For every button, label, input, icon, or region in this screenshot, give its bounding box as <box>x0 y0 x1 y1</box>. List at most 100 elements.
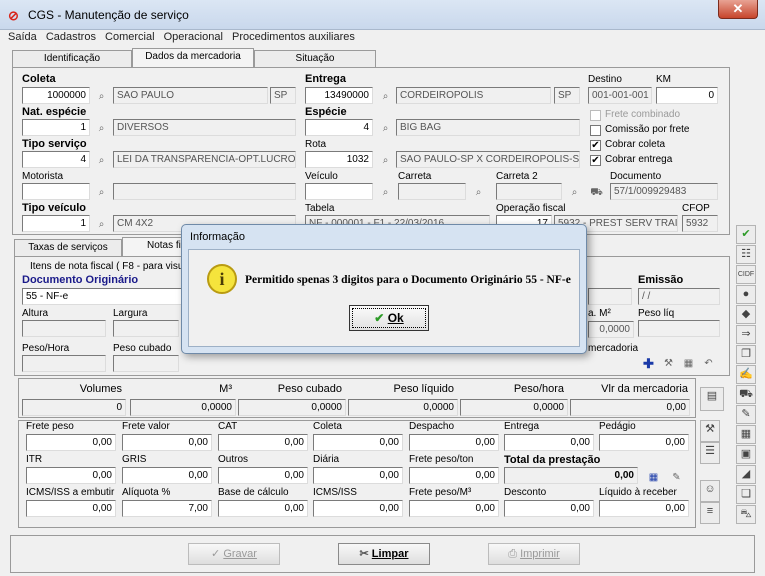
truck-icon[interactable]: ⛟ <box>588 184 605 201</box>
altura-field[interactable] <box>22 320 106 337</box>
car-icon[interactable]: ⛍ <box>736 505 756 524</box>
frete-field[interactable]: 0,00 <box>218 434 308 451</box>
people-icon[interactable]: ☷ <box>736 245 756 264</box>
frete-field[interactable]: 0,00 <box>409 434 499 451</box>
binoculars-icon[interactable]: ⌕ <box>377 152 394 169</box>
binoculars-icon[interactable]: ⌕ <box>93 216 110 233</box>
carreta2-field[interactable] <box>496 183 562 200</box>
ok-button[interactable]: ✔ Ok <box>349 305 429 331</box>
doc-orig-field[interactable]: 55 - NF-e <box>22 288 182 305</box>
frete-field[interactable]: 0,00 <box>504 434 594 451</box>
eraser-icon[interactable]: ◆ <box>736 305 756 324</box>
grid-icon[interactable]: ▦ <box>736 425 756 444</box>
entrega-code-field[interactable]: 13490000 <box>305 87 373 104</box>
carreta-field[interactable] <box>398 183 466 200</box>
cobrar-coleta-checkbox[interactable]: ✔ <box>590 140 601 151</box>
binoculars-icon[interactable]: ⌕ <box>377 184 394 201</box>
binoculars-icon[interactable]: ⌕ <box>566 184 583 201</box>
menu-operacional[interactable]: Operacional <box>164 31 223 43</box>
binoculars-icon[interactable]: ⌕ <box>93 88 110 105</box>
frete-field[interactable]: 0,00 <box>218 467 308 484</box>
rota-code-field[interactable]: 1032 <box>305 151 373 168</box>
frete-field[interactable]: 0,00 <box>409 500 499 517</box>
frete-field[interactable]: 0,00 <box>26 434 116 451</box>
veiculo-field[interactable] <box>305 183 373 200</box>
peso-liq-field[interactable] <box>638 320 720 337</box>
limpar-button[interactable]: ✂ Limpar <box>338 543 430 565</box>
undo-icon[interactable]: ↶ <box>700 355 717 372</box>
edit-icon[interactable]: ✎ <box>736 405 756 424</box>
tab-dados-mercadoria[interactable]: Dados da mercadoria <box>132 48 254 67</box>
pages-icon[interactable]: ❐ <box>736 345 756 364</box>
especie-code-field[interactable]: 4 <box>305 119 373 136</box>
especie-label: Espécie <box>305 106 347 118</box>
binoculars-icon[interactable]: ⌕ <box>93 184 110 201</box>
shape-icon[interactable]: ◢ <box>736 465 756 484</box>
emissao-field[interactable]: / / <box>638 288 720 305</box>
book-icon[interactable]: ❏ <box>736 485 756 504</box>
sign-icon[interactable]: ✍ <box>736 365 756 384</box>
menu-comercial[interactable]: Comercial <box>105 31 155 43</box>
cidf-icon[interactable]: CIDF <box>736 265 756 284</box>
tipo-veiculo-code-field[interactable]: 1 <box>22 215 90 232</box>
calculator-icon[interactable]: ▦ <box>680 355 697 372</box>
frete-field[interactable]: 0,00 <box>504 500 594 517</box>
frete-field[interactable]: 0,00 <box>26 500 116 517</box>
frete-field[interactable]: 0,00 <box>218 500 308 517</box>
calculator-icon[interactable]: ▦ <box>645 469 662 486</box>
tipo-servico-code-field[interactable]: 4 <box>22 151 90 168</box>
largura-label: Largura <box>113 308 148 319</box>
frete-field[interactable]: 0,00 <box>26 467 116 484</box>
add-icon[interactable]: ✚ <box>640 355 657 372</box>
circle-icon[interactable]: ● <box>736 285 756 304</box>
export-icon[interactable]: ⇒ <box>736 325 756 344</box>
menu-procedimentos[interactable]: Procedimentos auxiliares <box>232 31 355 43</box>
truck-icon[interactable]: ⛟ <box>736 385 756 404</box>
largura-field[interactable] <box>113 320 179 337</box>
menu-saida[interactable]: Saída <box>8 31 37 43</box>
frete-field[interactable]: 0,00 <box>122 467 212 484</box>
binoculars-icon[interactable]: ⌕ <box>93 120 110 137</box>
confirm-icon[interactable]: ✔ <box>736 225 756 244</box>
peso-hora-field[interactable] <box>22 355 106 372</box>
coleta-label: Coleta <box>22 73 56 85</box>
user-icon[interactable]: ☺ <box>700 480 720 502</box>
frete-field[interactable]: 0,00 <box>599 434 689 451</box>
binoculars-icon[interactable]: ⌕ <box>93 152 110 169</box>
binoculars-icon[interactable]: ⌕ <box>470 184 487 201</box>
tools-icon[interactable]: ⚒ <box>700 420 720 442</box>
close-button[interactable]: ✕ <box>718 0 758 19</box>
frete-field[interactable]: 0,00 <box>122 434 212 451</box>
calc-edit-icon[interactable]: ✎ <box>668 469 685 486</box>
frete-field[interactable]: 0,00 <box>504 467 638 484</box>
printer-icon: ⎙ <box>508 548 521 560</box>
motorista-code-field[interactable] <box>22 183 90 200</box>
cobrar-entrega-checkbox[interactable]: ✔ <box>590 155 601 166</box>
binoculars-icon[interactable]: ⌕ <box>377 120 394 137</box>
frete-field[interactable]: 7,00 <box>122 500 212 517</box>
gravar-button[interactable]: ✓ Gravar <box>188 543 280 565</box>
imprimir-button[interactable]: ⎙ Imprimir <box>488 543 580 565</box>
km-field[interactable]: 0 <box>656 87 718 104</box>
frete-combinado-checkbox[interactable] <box>590 110 601 121</box>
binoculars-icon[interactable]: ⌕ <box>377 88 394 105</box>
tab-identificacao[interactable]: Identificação <box>12 50 132 67</box>
peso-cubado-field[interactable] <box>113 355 179 372</box>
frete-field[interactable]: 0,00 <box>313 467 403 484</box>
frete-field[interactable]: 0,00 <box>599 500 689 517</box>
frete-field[interactable]: 0,00 <box>313 434 403 451</box>
list-icon[interactable]: ≡ <box>700 502 720 524</box>
comissao-checkbox[interactable] <box>590 125 601 136</box>
tab-taxas-servicos[interactable]: Taxas de serviços <box>14 239 122 256</box>
tab-situacao[interactable]: Situação <box>254 50 376 67</box>
document-icon[interactable]: ☰ <box>700 442 720 464</box>
frete-field[interactable]: 0,00 <box>313 500 403 517</box>
nf-extra-field[interactable] <box>588 288 632 305</box>
table-icon[interactable]: ▤ <box>700 387 724 411</box>
menu-cadastros[interactable]: Cadastros <box>46 31 96 43</box>
frete-field[interactable]: 0,00 <box>409 467 499 484</box>
tools-icon[interactable]: ⚒ <box>660 355 677 372</box>
coleta-code-field[interactable]: 1000000 <box>22 87 90 104</box>
box-icon[interactable]: ▣ <box>736 445 756 464</box>
nat-especie-code-field[interactable]: 1 <box>22 119 90 136</box>
